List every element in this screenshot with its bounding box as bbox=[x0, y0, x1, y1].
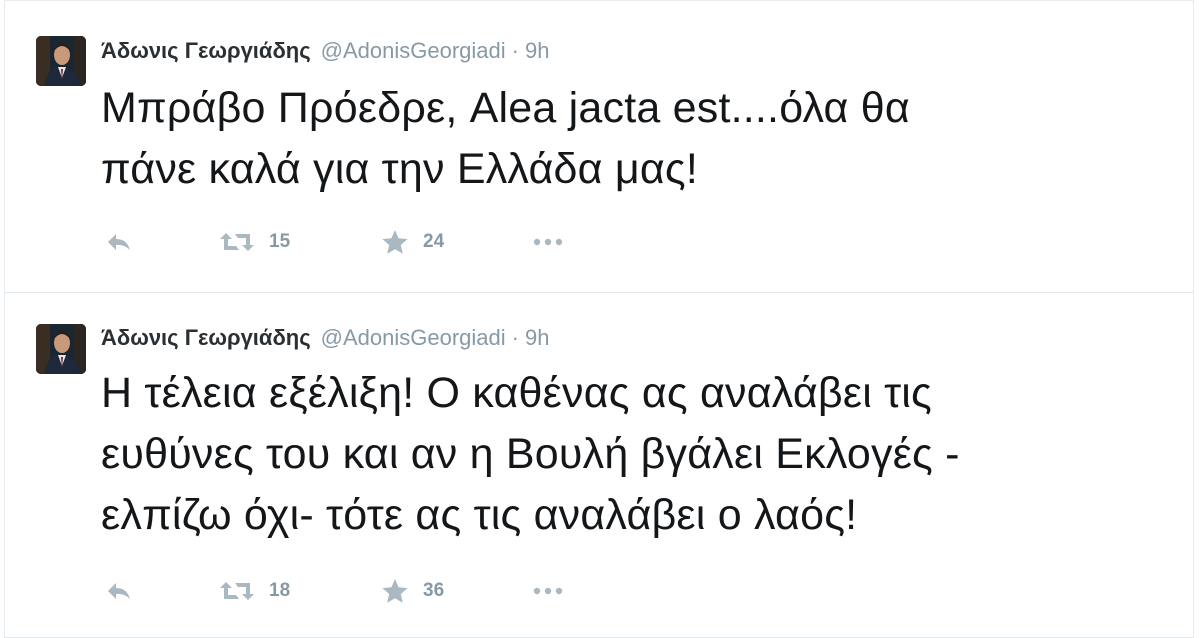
tweet-text: Μπράβο Πρόεδρε, Alea jacta est....όλα θα… bbox=[101, 78, 910, 200]
favorite-count: 24 bbox=[423, 231, 445, 252]
retweet-count: 15 bbox=[269, 231, 291, 252]
tweet-text-line: Η τέλεια εξέλιξη! Ο καθένας ας αναλάβει … bbox=[101, 369, 932, 417]
retweet-button[interactable]: 18 bbox=[219, 576, 290, 606]
favorite-button[interactable]: 24 bbox=[381, 227, 444, 257]
reply-icon bbox=[108, 583, 130, 599]
tweet-text-line: ελπίζω όχι- τότε ας τις αναλάβει ο λαός! bbox=[101, 491, 858, 539]
favorite-button[interactable]: 36 bbox=[381, 576, 444, 606]
more-button[interactable] bbox=[533, 227, 563, 257]
tweet[interactable]: Άδωνις Γεωργιάδης @AdonisGeorgiadi · 9h … bbox=[4, 293, 1194, 638]
retweet-icon bbox=[220, 233, 254, 251]
tweet[interactable]: Άδωνις Γεωργιάδης @AdonisGeorgiadi · 9h … bbox=[4, 0, 1194, 293]
tweet-actions: 15 24 bbox=[101, 227, 701, 257]
favorite-count: 36 bbox=[423, 580, 445, 601]
header-separator: · bbox=[511, 38, 519, 63]
reply-button[interactable] bbox=[105, 227, 133, 257]
author-username[interactable]: @AdonisGeorgiadi bbox=[321, 325, 506, 351]
tweet-text: Η τέλεια εξέλιξη! Ο καθένας ας αναλάβει … bbox=[101, 363, 960, 546]
retweet-icon bbox=[220, 582, 254, 600]
reply-button[interactable] bbox=[105, 576, 133, 606]
author-fullname[interactable]: Άδωνις Γεωργιάδης bbox=[101, 38, 311, 64]
more-dots-icon bbox=[533, 238, 563, 246]
tweet-timestamp[interactable]: 9h bbox=[525, 38, 549, 64]
more-button[interactable] bbox=[533, 576, 563, 606]
star-icon bbox=[382, 579, 408, 603]
avatar-photo bbox=[36, 324, 86, 374]
tweet-header: Άδωνις Γεωργιάδης @AdonisGeorgiadi · 9h bbox=[101, 325, 549, 355]
tweet-text-line: ευθύνες του και αν η Βουλή βγάλει Εκλογέ… bbox=[101, 430, 960, 478]
retweet-count: 18 bbox=[269, 580, 291, 601]
avatar-photo bbox=[36, 36, 86, 86]
reply-icon bbox=[108, 234, 130, 250]
author-username[interactable]: @AdonisGeorgiadi bbox=[321, 38, 506, 64]
header-separator: · bbox=[511, 325, 519, 350]
avatar[interactable] bbox=[36, 36, 86, 86]
avatar[interactable] bbox=[36, 324, 86, 374]
tweet-text-line: πάνε καλά για την Ελλάδα μας! bbox=[101, 145, 698, 193]
tweet-timeline: Άδωνις Γεωργιάδης @AdonisGeorgiadi · 9h … bbox=[0, 0, 1200, 638]
star-icon bbox=[382, 230, 408, 254]
tweet-header: Άδωνις Γεωργιάδης @AdonisGeorgiadi · 9h bbox=[101, 38, 549, 68]
retweet-button[interactable]: 15 bbox=[219, 227, 290, 257]
tweet-actions: 18 36 bbox=[101, 576, 701, 606]
more-dots-icon bbox=[533, 587, 563, 595]
tweet-timestamp[interactable]: 9h bbox=[525, 325, 549, 351]
author-fullname[interactable]: Άδωνις Γεωργιάδης bbox=[101, 325, 311, 351]
tweet-text-line: Μπράβο Πρόεδρε, Alea jacta est....όλα θα bbox=[101, 84, 910, 132]
